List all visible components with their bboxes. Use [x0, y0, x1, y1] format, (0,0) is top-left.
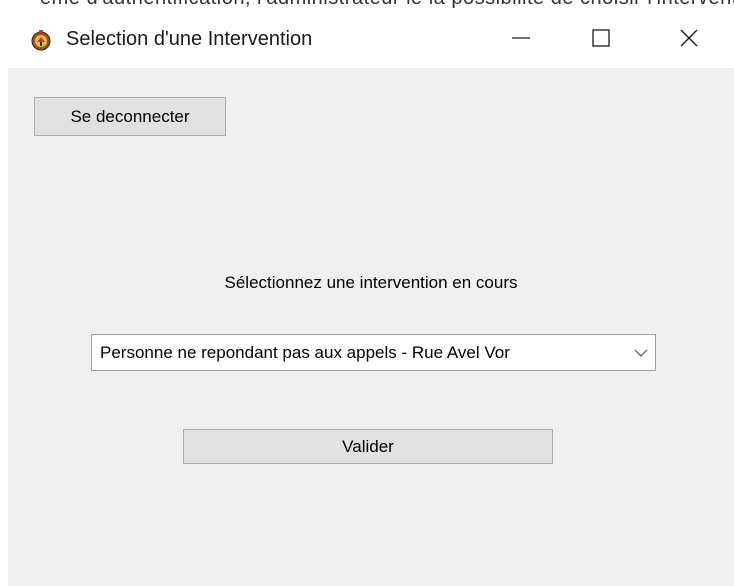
logout-button[interactable]: Se deconnecter [34, 97, 226, 136]
intervention-select[interactable]: Personne ne repondant pas aux appels - R… [91, 334, 656, 371]
client-area: Se deconnecter Sélectionnez une interven… [8, 68, 734, 586]
intervention-select-value: Personne ne repondant pas aux appels - R… [100, 343, 510, 362]
minimize-button[interactable] [476, 12, 566, 68]
background-text-fragment: eme d'authentification, l'administrateur… [40, 0, 734, 10]
minimize-icon [510, 27, 532, 54]
close-icon [678, 27, 700, 54]
validate-button[interactable]: Valider [183, 429, 553, 464]
application-window: eme d'authentification, l'administrateur… [0, 0, 734, 586]
chevron-down-icon[interactable] [631, 335, 651, 370]
close-button[interactable] [644, 12, 734, 68]
window-title: Selection d'une Intervention [66, 28, 313, 50]
maximize-button[interactable] [556, 12, 646, 68]
app-icon [30, 29, 52, 51]
background-text-strip: eme d'authentification, l'administrateur… [0, 0, 734, 12]
intervention-prompt-label: Sélectionnez une intervention en cours [224, 273, 518, 292]
title-bar[interactable]: Selection d'une Intervention [0, 12, 734, 68]
maximize-icon [590, 27, 612, 54]
